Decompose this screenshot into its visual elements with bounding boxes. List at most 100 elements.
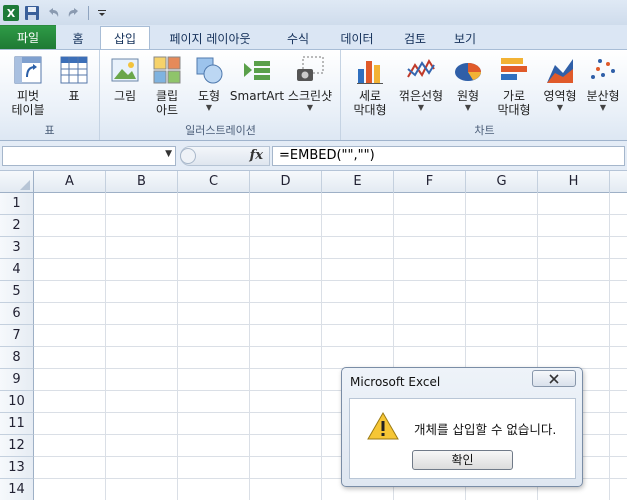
name-box[interactable]: ▼ xyxy=(2,146,176,166)
close-icon xyxy=(549,373,559,384)
row-header-14[interactable]: 14 xyxy=(0,479,34,500)
tab-view[interactable]: 보기 xyxy=(442,27,488,49)
save-icon[interactable] xyxy=(23,4,41,22)
ribbon: 피벗 테이블 표 표 그림 클립 아트 도형 ▼ SmartArt 스크린샷 ▼… xyxy=(0,49,627,141)
tab-insert[interactable]: 삽입 xyxy=(100,26,150,50)
column-header-f[interactable]: F xyxy=(394,171,466,193)
clip-art-button[interactable]: 클립 아트 xyxy=(147,54,187,117)
column-chart-icon xyxy=(354,54,386,86)
shapes-dropdown-icon: ▼ xyxy=(205,103,213,112)
screenshot-icon xyxy=(294,54,326,86)
line-chart-icon xyxy=(405,54,437,86)
tab-page-layout[interactable]: 페이지 레이아웃 xyxy=(150,27,270,49)
pivot-table-label-1: 피벗 xyxy=(16,89,40,103)
undo-icon[interactable] xyxy=(44,4,62,22)
name-box-dropdown-icon[interactable]: ▼ xyxy=(165,149,172,159)
pivot-table-label-2: 테이블 xyxy=(11,103,45,117)
picture-icon xyxy=(109,54,141,86)
row-header-4[interactable]: 4 xyxy=(0,259,34,281)
customize-qat-icon[interactable] xyxy=(93,4,111,22)
ok-button[interactable]: 확인 xyxy=(412,450,513,470)
column-chart-button[interactable]: 세로 막대형 xyxy=(346,54,394,117)
pie-chart-dropdown-icon: ▼ xyxy=(464,103,472,112)
pivot-table-icon xyxy=(12,54,44,86)
column-chart-label-2: 막대형 xyxy=(353,103,387,117)
table-button[interactable]: 표 xyxy=(56,54,92,103)
redo-icon[interactable] xyxy=(65,4,83,22)
line-chart-label: 꺾은선형 xyxy=(398,89,444,103)
gridline xyxy=(34,324,627,325)
row-header-1[interactable]: 1 xyxy=(0,193,34,215)
clip-art-icon xyxy=(151,54,183,86)
column-header-e[interactable]: E xyxy=(322,171,394,193)
clip-art-label-2: 아트 xyxy=(155,103,179,117)
tab-review[interactable]: 검토 xyxy=(388,27,442,49)
select-all-corner[interactable] xyxy=(0,171,34,193)
pie-chart-label: 원형 xyxy=(456,89,480,103)
pie-chart-button[interactable]: 원형 ▼ xyxy=(448,54,488,113)
area-chart-label: 영역형 xyxy=(543,89,577,103)
shapes-button[interactable]: 도형 ▼ xyxy=(191,54,227,113)
smartart-button[interactable]: SmartArt xyxy=(230,54,284,103)
error-dialog: Microsoft Excel 개체를 삽입할 수 없습니다. 확인 xyxy=(341,367,583,487)
row-header-7[interactable]: 7 xyxy=(0,325,34,347)
column-header-d[interactable]: D xyxy=(250,171,322,193)
column-header-g[interactable]: G xyxy=(466,171,538,193)
scatter-chart-label: 분산형 xyxy=(586,89,620,103)
scatter-chart-dropdown-icon: ▼ xyxy=(599,103,607,112)
column-chart-label-1: 세로 xyxy=(358,89,382,103)
row-header-12[interactable]: 12 xyxy=(0,435,34,457)
quick-access-toolbar: X xyxy=(0,0,627,25)
tab-formulas[interactable]: 수식 xyxy=(270,27,326,49)
group-label-tables: 표 xyxy=(44,124,55,137)
area-chart-button[interactable]: 영역형 ▼ xyxy=(540,54,580,113)
tab-home[interactable]: 홈 xyxy=(56,27,100,49)
line-chart-button[interactable]: 꺾은선형 ▼ xyxy=(396,54,446,113)
excel-logo-icon[interactable]: X xyxy=(2,4,20,22)
column-header-h[interactable]: H xyxy=(538,171,610,193)
row-header-2[interactable]: 2 xyxy=(0,215,34,237)
group-illustrations: 그림 클립 아트 도형 ▼ SmartArt 스크린샷 ▼ 일러스트레이션 xyxy=(101,50,341,140)
formula-bar-resize-handle[interactable] xyxy=(180,148,196,164)
row-header-10[interactable]: 10 xyxy=(0,391,34,413)
table-label: 표 xyxy=(68,89,80,103)
row-header-11[interactable]: 11 xyxy=(0,413,34,435)
dialog-close-button[interactable] xyxy=(532,370,576,387)
screenshot-button[interactable]: 스크린샷 ▼ xyxy=(285,54,335,113)
line-chart-dropdown-icon: ▼ xyxy=(417,103,425,112)
row-header-3[interactable]: 3 xyxy=(0,237,34,259)
gridline xyxy=(34,280,627,281)
row-header-9[interactable]: 9 xyxy=(0,369,34,391)
pivot-table-button[interactable]: 피벗 테이블 xyxy=(4,54,52,117)
scatter-chart-button[interactable]: 분산형 ▼ xyxy=(582,54,624,113)
warning-icon xyxy=(366,411,400,441)
area-chart-icon xyxy=(544,54,576,86)
row-header-13[interactable]: 13 xyxy=(0,457,34,479)
row-header-5[interactable]: 5 xyxy=(0,281,34,303)
group-label-charts: 차트 xyxy=(474,124,495,137)
formula-controls: fx xyxy=(180,146,270,166)
column-header-c[interactable]: C xyxy=(178,171,250,193)
formula-input[interactable]: =EMBED("","") xyxy=(272,146,625,166)
insert-function-icon[interactable]: fx xyxy=(250,148,263,163)
scatter-chart-icon xyxy=(587,54,619,86)
screenshot-dropdown-icon: ▼ xyxy=(306,103,314,112)
row-header-6[interactable]: 6 xyxy=(0,303,34,325)
picture-button[interactable]: 그림 xyxy=(107,54,143,103)
tab-file[interactable]: 파일 xyxy=(0,25,56,49)
column-header-b[interactable]: B xyxy=(106,171,178,193)
picture-label: 그림 xyxy=(113,89,137,103)
tab-data[interactable]: 데이터 xyxy=(326,27,388,49)
bar-chart-icon xyxy=(498,54,530,86)
bar-chart-label-1: 가로 xyxy=(502,89,526,103)
group-tables: 피벗 테이블 표 표 xyxy=(0,50,100,140)
bar-chart-button[interactable]: 가로 막대형 xyxy=(490,54,538,117)
shapes-icon xyxy=(193,54,225,86)
dialog-message: 개체를 삽입할 수 없습니다. xyxy=(414,422,557,437)
svg-text:X: X xyxy=(7,7,16,20)
group-charts: 세로 막대형 꺾은선형 ▼ 원형 ▼ 가로 막대형 영역형 ▼ 분산형 ▼ 차트 xyxy=(342,50,627,140)
clip-art-label-1: 클립 xyxy=(155,89,179,103)
row-header-8[interactable]: 8 xyxy=(0,347,34,369)
column-header-a[interactable]: A xyxy=(34,171,106,193)
screenshot-label: 스크린샷 xyxy=(287,89,333,103)
